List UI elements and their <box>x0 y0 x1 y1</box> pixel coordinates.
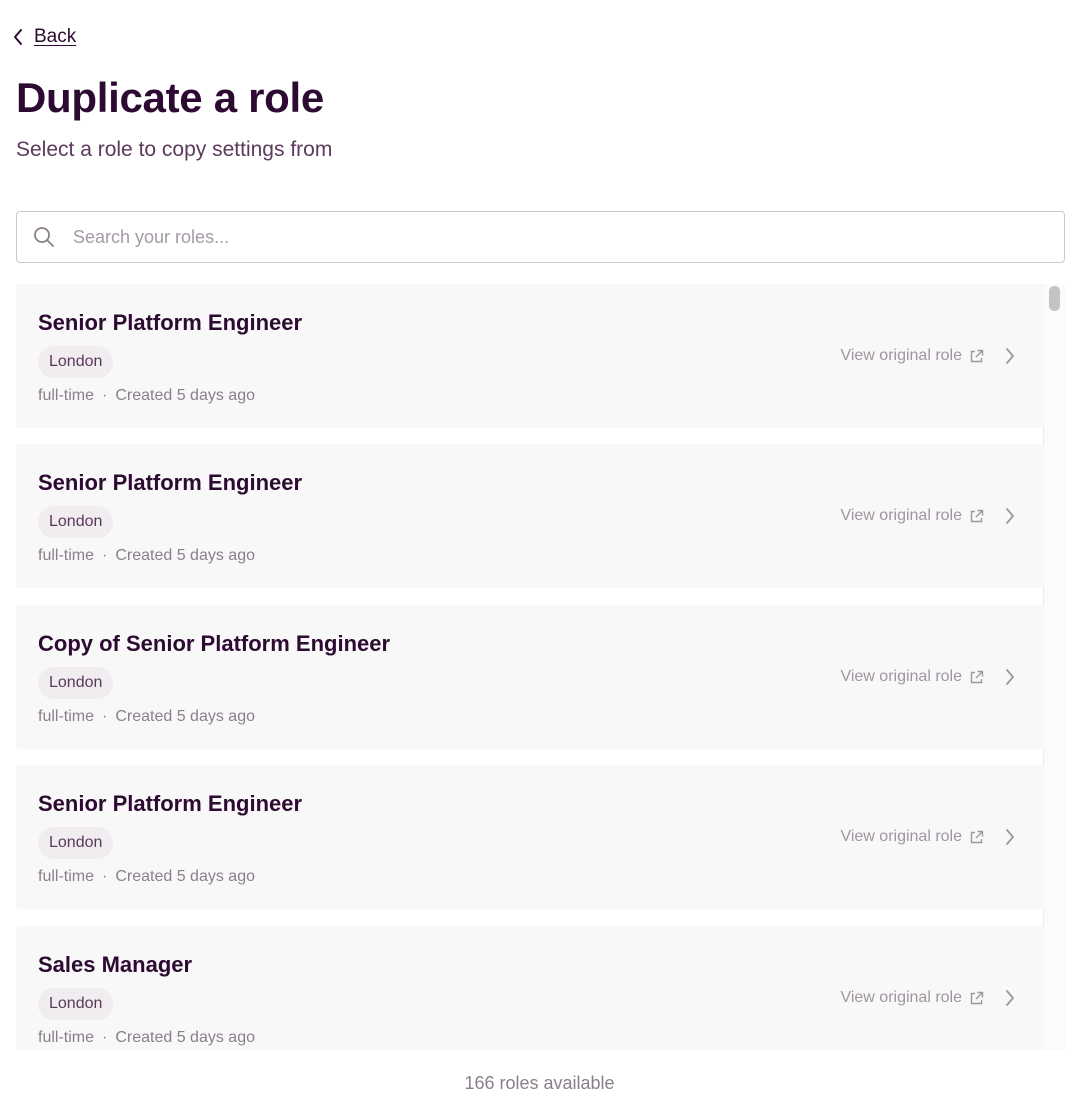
role-card[interactable]: Sales Manager London full-time · Created… <box>16 926 1044 1050</box>
role-title: Senior Platform Engineer <box>38 470 303 495</box>
role-list: Senior Platform Engineer London full-tim… <box>16 284 1065 1050</box>
role-title: Copy of Senior Platform Engineer <box>38 631 391 656</box>
role-title: Senior Platform Engineer <box>38 791 303 816</box>
meta-separator: · <box>102 547 108 564</box>
view-original-role-link[interactable]: View original role <box>840 828 984 846</box>
created-date: Created 5 days ago <box>115 547 255 564</box>
role-title: Senior Platform Engineer <box>38 310 303 335</box>
employment-type: full-time <box>38 387 95 404</box>
view-original-role-label[interactable]: View original role <box>840 668 962 686</box>
back-link[interactable]: Back <box>12 26 76 48</box>
view-original-role-label[interactable]: View original role <box>840 989 962 1007</box>
role-card[interactable]: Copy of Senior Platform Engineer London … <box>16 605 1044 749</box>
employment-type: full-time <box>38 547 95 564</box>
created-date: Created 5 days ago <box>115 1029 255 1046</box>
chevron-right-icon[interactable] <box>1004 989 1016 1007</box>
role-meta: full-time · Created 5 days ago <box>38 1029 255 1047</box>
external-link-icon <box>970 349 984 362</box>
view-original-role-link[interactable]: View original role <box>840 347 984 365</box>
role-meta: full-time · Created 5 days ago <box>38 387 255 405</box>
meta-separator: · <box>102 1029 108 1046</box>
created-date: Created 5 days ago <box>115 868 255 885</box>
created-date: Created 5 days ago <box>115 387 255 404</box>
view-original-role-label[interactable]: View original role <box>840 828 962 846</box>
chevron-left-icon <box>14 29 22 45</box>
meta-separator: · <box>102 708 108 725</box>
chevron-right-icon[interactable] <box>1004 347 1016 365</box>
back-label[interactable]: Back <box>34 26 76 48</box>
location-tag: London <box>38 667 114 699</box>
external-link-icon <box>970 509 984 522</box>
location-tag: London <box>38 827 114 859</box>
employment-type: full-time <box>38 1029 95 1046</box>
role-card[interactable]: Senior Platform Engineer London full-tim… <box>16 284 1044 428</box>
view-original-role-label[interactable]: View original role <box>840 507 962 525</box>
view-original-role-label[interactable]: View original role <box>840 347 962 365</box>
chevron-right-icon[interactable] <box>1004 828 1016 846</box>
view-original-role-link[interactable]: View original role <box>840 668 984 686</box>
location-tag: London <box>38 988 114 1020</box>
external-link-icon <box>970 991 984 1004</box>
role-card[interactable]: Senior Platform Engineer London full-tim… <box>16 765 1044 909</box>
page-subtitle: Select a role to copy settings from <box>16 138 333 161</box>
location-tag: London <box>38 506 114 538</box>
created-date: Created 5 days ago <box>115 708 255 725</box>
chevron-right-icon[interactable] <box>1004 668 1016 686</box>
role-card[interactable]: Senior Platform Engineer London full-tim… <box>16 444 1044 588</box>
location-tag: London <box>38 346 114 378</box>
view-original-role-link[interactable]: View original role <box>840 989 984 1007</box>
page-title: Duplicate a role <box>16 74 324 121</box>
role-title: Sales Manager <box>38 952 193 977</box>
view-original-role-link[interactable]: View original role <box>840 507 984 525</box>
search-icon <box>34 227 54 247</box>
meta-separator: · <box>102 387 108 404</box>
external-link-icon <box>970 830 984 843</box>
search-box[interactable] <box>16 211 1065 263</box>
search-input[interactable] <box>73 226 973 248</box>
external-link-icon <box>970 670 984 683</box>
chevron-right-icon[interactable] <box>1004 507 1016 525</box>
roles-count: 166 roles available <box>464 1073 615 1093</box>
role-meta: full-time · Created 5 days ago <box>38 868 255 886</box>
role-meta: full-time · Created 5 days ago <box>38 708 255 726</box>
meta-separator: · <box>102 868 108 885</box>
employment-type: full-time <box>38 708 95 725</box>
role-meta: full-time · Created 5 days ago <box>38 547 255 565</box>
employment-type: full-time <box>38 868 95 885</box>
